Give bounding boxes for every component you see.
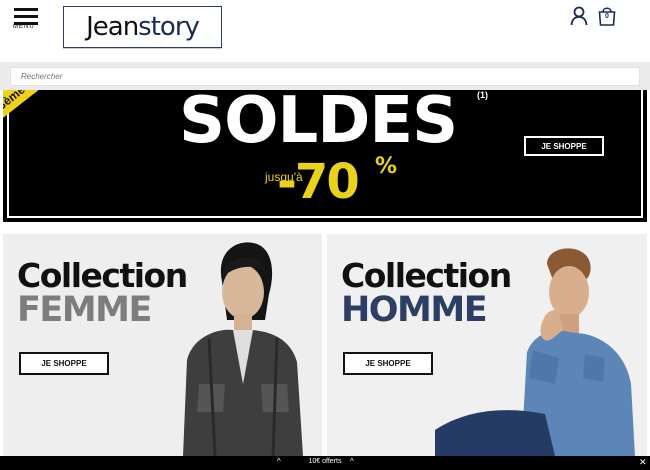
collection-femme-tile[interactable]: Collection FEMME JE SHOPPE bbox=[3, 234, 322, 456]
chevron-up-icon[interactable]: ^ bbox=[277, 457, 281, 466]
banner-shop-button[interactable]: JE SHOPPE bbox=[524, 136, 604, 156]
menu-label: MENU bbox=[13, 24, 35, 30]
sales-title: SOLDES bbox=[179, 90, 458, 158]
site-logo[interactable]: Jeanstory bbox=[63, 6, 222, 48]
page: MENU Jeanstory 0 3ème démarque SOLDES (1… bbox=[0, 0, 650, 470]
femme-shop-button[interactable]: JE SHOPPE bbox=[19, 352, 109, 375]
female-model-image bbox=[163, 234, 322, 456]
site-header: MENU Jeanstory 0 bbox=[0, 0, 650, 62]
hamburger-icon-bar bbox=[14, 15, 38, 18]
logo-prefix: Jean bbox=[86, 12, 139, 42]
chevron-up-icon[interactable]: ^ bbox=[350, 457, 354, 466]
cart-count: 0 bbox=[605, 13, 609, 20]
collection-subtitle: HOMME bbox=[341, 290, 488, 330]
logo-suffix: story bbox=[138, 12, 200, 42]
homme-shop-button[interactable]: JE SHOPPE bbox=[343, 352, 433, 375]
promo-bottom-bar[interactable]: ^ 10€ offerts ^ ✕ bbox=[0, 456, 650, 470]
collection-homme-tile[interactable]: Collection HOMME JE SHOPPE bbox=[327, 234, 647, 456]
close-icon[interactable]: ✕ bbox=[639, 457, 647, 468]
collection-subtitle: FEMME bbox=[17, 290, 152, 330]
sales-banner[interactable]: 3ème démarque SOLDES (1) jusqu'à -70 % J… bbox=[3, 90, 647, 222]
account-icon[interactable] bbox=[570, 6, 588, 26]
hamburger-icon bbox=[14, 8, 38, 11]
shopping-bag-icon[interactable]: 0 bbox=[597, 5, 617, 27]
logo-text: Jeanstory bbox=[86, 12, 200, 42]
discount-value: -70 bbox=[277, 154, 360, 210]
discount-percent: % bbox=[375, 154, 398, 179]
sales-footnote: (1) bbox=[477, 90, 488, 100]
menu-button[interactable]: MENU bbox=[13, 8, 41, 32]
search-input[interactable] bbox=[10, 67, 640, 86]
